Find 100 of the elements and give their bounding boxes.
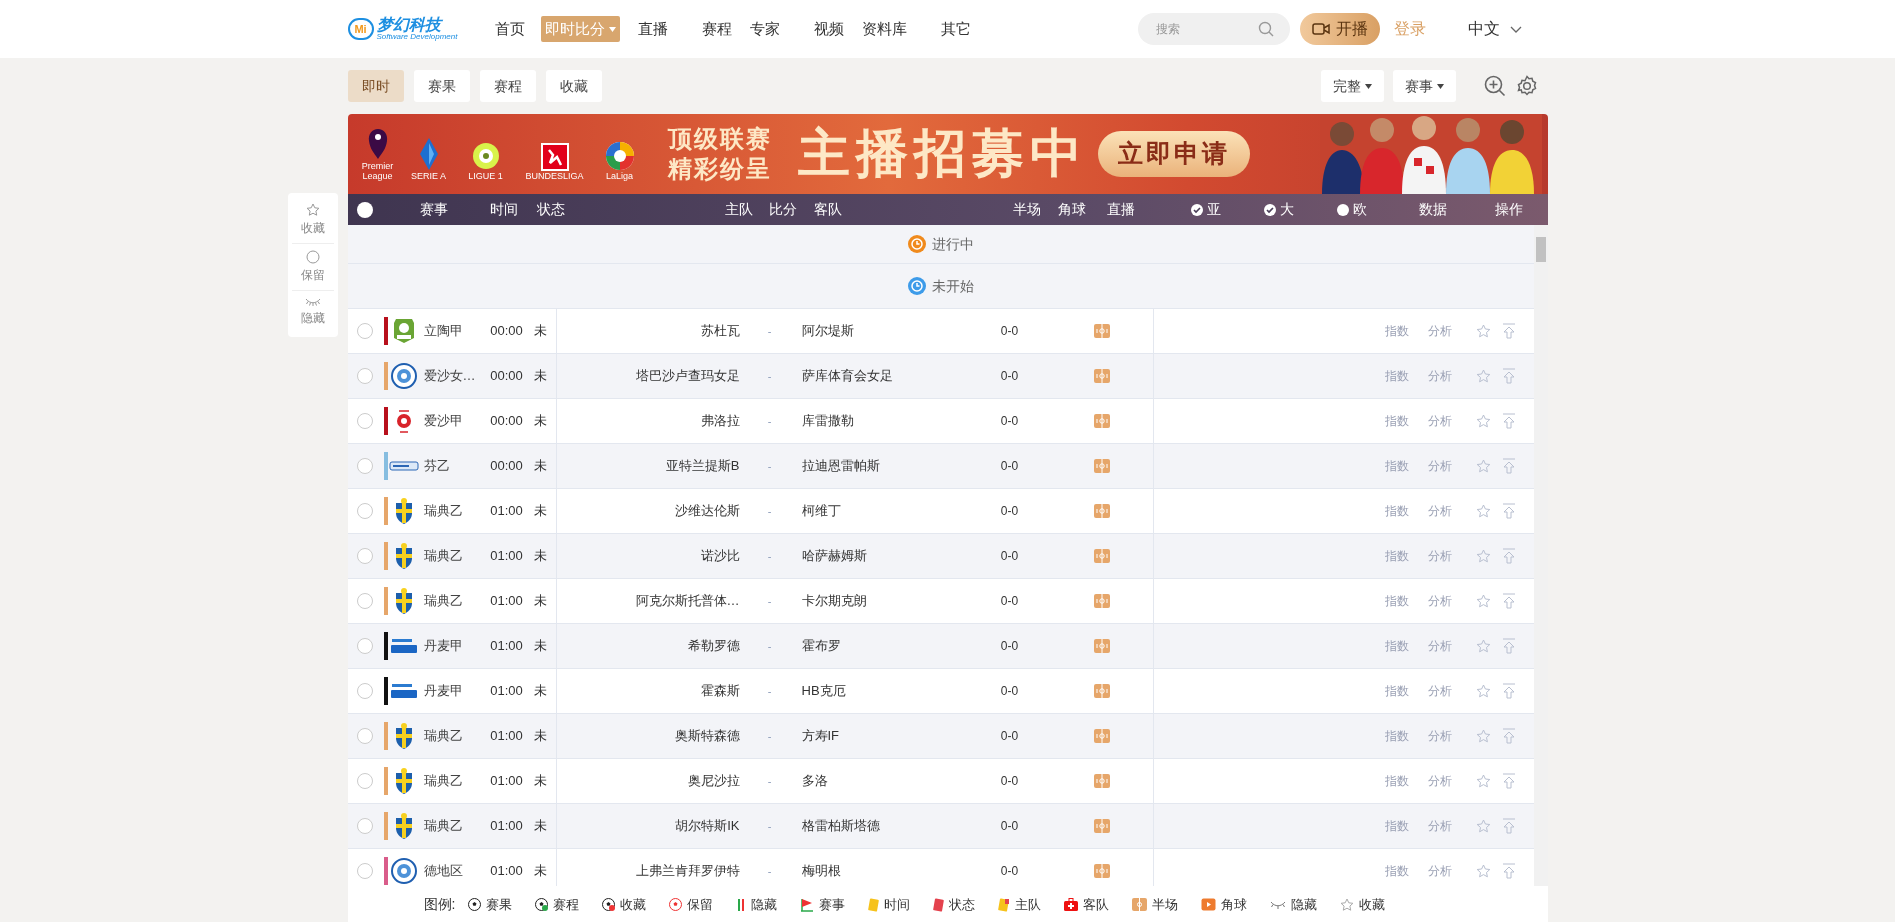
away-team[interactable]: 格雷柏斯塔德 <box>801 818 880 834</box>
filter-dropdown[interactable]: 完整 <box>1320 70 1384 102</box>
row-checkbox[interactable] <box>356 818 373 834</box>
settings-icon[interactable] <box>1515 75 1538 97</box>
pitch-icon[interactable] <box>1093 639 1110 653</box>
row-checkbox[interactable] <box>356 458 373 474</box>
league-name[interactable]: 瑞典乙 <box>423 818 463 834</box>
pitch-icon[interactable] <box>1093 774 1110 788</box>
tab[interactable]: 赛程 <box>479 70 536 102</box>
league-name[interactable]: 瑞典乙 <box>423 728 463 744</box>
side-panel-button[interactable]: 保留 <box>291 243 334 290</box>
league-name[interactable]: 德地区 <box>423 863 463 879</box>
home-team[interactable]: 上弗兰肯拜罗伊特 <box>635 863 740 879</box>
league-name[interactable]: 瑞典乙 <box>423 773 463 789</box>
pitch-icon[interactable] <box>1093 369 1110 383</box>
home-team[interactable]: 诺沙比 <box>700 548 740 564</box>
row-checkbox[interactable] <box>356 413 373 429</box>
pin-to-top-icon[interactable] <box>1501 593 1516 609</box>
apply-button[interactable]: 立即申请 <box>1097 131 1250 177</box>
pitch-icon[interactable] <box>1093 459 1110 473</box>
pitch-icon[interactable] <box>1093 324 1110 338</box>
nav-link[interactable]: 赛程 <box>698 16 737 42</box>
home-team[interactable]: 塔巴沙卢查玛女足 <box>635 368 740 384</box>
star-icon[interactable] <box>1476 593 1491 609</box>
star-icon[interactable] <box>1476 323 1491 339</box>
star-icon[interactable] <box>1476 503 1491 519</box>
home-team[interactable]: 沙维达伦斯 <box>674 503 740 519</box>
league-name[interactable]: 瑞典乙 <box>423 593 463 609</box>
pitch-icon[interactable] <box>1093 594 1110 608</box>
row-checkbox[interactable] <box>356 548 373 564</box>
league-name[interactable]: 爱沙女… <box>423 368 476 384</box>
nav-link[interactable]: 资料库 <box>858 16 912 42</box>
row-checkbox[interactable] <box>356 368 373 384</box>
tab[interactable]: 收藏 <box>545 70 602 102</box>
nav-link[interactable]: 视频 <box>810 16 849 42</box>
radio-icon[interactable] <box>1336 203 1349 216</box>
check-icon[interactable] <box>1190 203 1203 216</box>
away-team[interactable]: 库雷撒勒 <box>801 413 854 429</box>
pin-to-top-icon[interactable] <box>1501 863 1516 879</box>
pin-to-top-icon[interactable] <box>1501 773 1516 789</box>
language-dropdown[interactable]: 中文 <box>1467 17 1522 41</box>
nav-link[interactable]: 专家 <box>746 16 785 42</box>
row-checkbox[interactable] <box>356 638 373 654</box>
pitch-icon[interactable] <box>1093 414 1110 428</box>
star-icon[interactable] <box>1476 863 1491 879</box>
zoom-in-icon[interactable] <box>1483 75 1506 97</box>
star-icon[interactable] <box>1476 728 1491 744</box>
away-team[interactable]: 卡尔期克朗 <box>801 593 867 609</box>
search-icon[interactable] <box>1257 21 1274 37</box>
away-team[interactable]: HB克厄 <box>801 683 846 699</box>
pin-to-top-icon[interactable] <box>1501 503 1516 519</box>
star-icon[interactable] <box>1476 683 1491 699</box>
side-panel-button[interactable]: 收藏 <box>291 197 334 243</box>
nav-link[interactable]: 首页 <box>491 16 530 42</box>
pin-to-top-icon[interactable] <box>1501 728 1516 744</box>
nav-link[interactable]: 其它 <box>937 16 976 42</box>
league-name[interactable]: 瑞典乙 <box>423 503 463 519</box>
side-panel-button[interactable]: 隐藏 <box>291 290 334 333</box>
home-team[interactable]: 阿克尔斯托普体… <box>635 593 740 609</box>
tab[interactable]: 赛果 <box>413 70 470 102</box>
star-icon[interactable] <box>1476 638 1491 654</box>
pin-to-top-icon[interactable] <box>1501 458 1516 474</box>
pin-to-top-icon[interactable] <box>1501 323 1516 339</box>
home-team[interactable]: 奥尼沙拉 <box>687 773 740 789</box>
home-team[interactable]: 弗洛拉 <box>700 413 740 429</box>
tab[interactable]: 即时 <box>347 70 404 102</box>
pitch-icon[interactable] <box>1093 864 1110 878</box>
star-icon[interactable] <box>1476 773 1491 789</box>
pitch-icon[interactable] <box>1093 684 1110 698</box>
pitch-icon[interactable] <box>1093 729 1110 743</box>
nav-link[interactable]: 直播 <box>634 16 673 42</box>
league-name[interactable]: 瑞典乙 <box>423 548 463 564</box>
home-team[interactable]: 胡尔特斯IK <box>675 818 740 834</box>
broadcast-button[interactable]: 开播 <box>1299 13 1380 45</box>
pin-to-top-icon[interactable] <box>1501 683 1516 699</box>
star-icon[interactable] <box>1476 458 1491 474</box>
row-checkbox[interactable] <box>356 773 373 789</box>
pin-to-top-icon[interactable] <box>1501 818 1516 834</box>
row-checkbox[interactable] <box>356 863 373 879</box>
row-checkbox[interactable] <box>356 593 373 609</box>
filter-dropdown[interactable]: 赛事 <box>1392 70 1456 102</box>
star-icon[interactable] <box>1476 413 1491 429</box>
away-team[interactable]: 拉迪恩雷帕斯 <box>801 458 880 474</box>
away-team[interactable]: 霍布罗 <box>801 638 841 654</box>
away-team[interactable]: 阿尔堤斯 <box>801 323 854 339</box>
pin-to-top-icon[interactable] <box>1501 638 1516 654</box>
row-checkbox[interactable] <box>356 503 373 519</box>
pin-to-top-icon[interactable] <box>1501 413 1516 429</box>
pin-to-top-icon[interactable] <box>1501 368 1516 384</box>
home-team[interactable]: 苏杜瓦 <box>700 323 740 339</box>
away-team[interactable]: 柯维丁 <box>801 503 841 519</box>
search-field[interactable]: 搜索 <box>1137 13 1290 45</box>
row-checkbox[interactable] <box>356 683 373 699</box>
away-team[interactable]: 萨库体育会女足 <box>801 368 893 384</box>
check-icon[interactable] <box>1263 203 1276 216</box>
away-team[interactable]: 哈萨赫姆斯 <box>801 548 867 564</box>
select-all-checkbox[interactable] <box>356 201 373 218</box>
pin-to-top-icon[interactable] <box>1501 548 1516 564</box>
home-team[interactable]: 霍森斯 <box>700 683 740 699</box>
row-checkbox[interactable] <box>356 728 373 744</box>
